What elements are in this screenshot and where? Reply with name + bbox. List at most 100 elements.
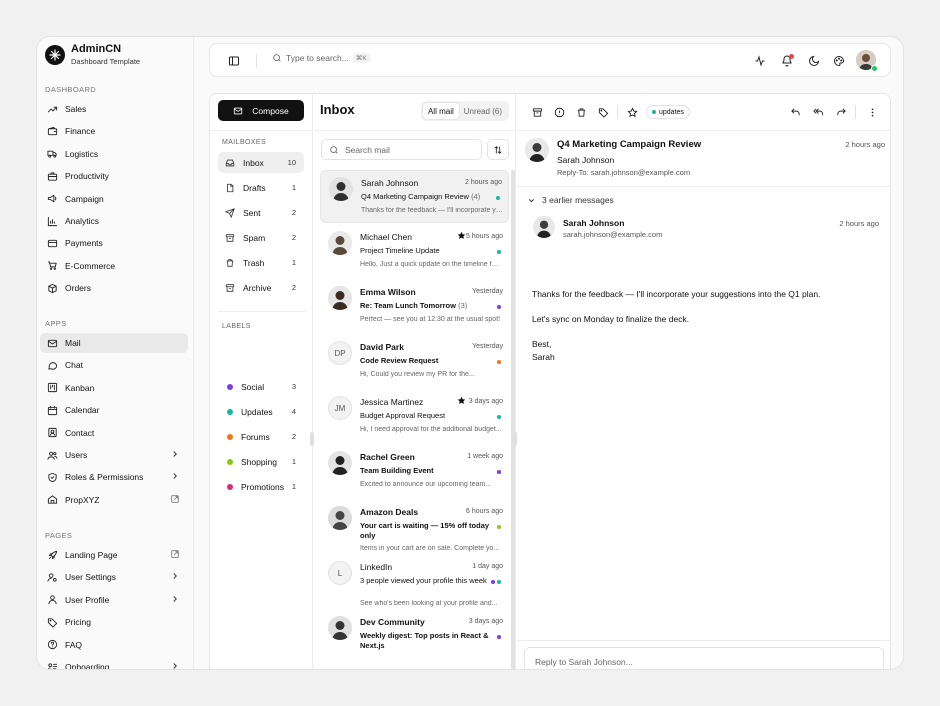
earlier-messages-toggle[interactable]: 3 earlier messages <box>527 195 614 205</box>
nav-section-pages: PAGES <box>45 531 73 540</box>
label-social[interactable]: Social 3 <box>218 376 304 397</box>
list-item[interactable]: L LinkedIn 1 day ago 3 people viewed your p… <box>320 555 509 608</box>
sidebar-item-calendar[interactable]: Calendar <box>40 400 188 420</box>
list-scrollbar-thumb[interactable] <box>511 170 515 669</box>
thread-count: (3) <box>458 301 468 310</box>
moon-icon[interactable] <box>805 52 823 70</box>
list-item[interactable]: JM Jessica Martinez 3 days ago Budget Appro… <box>320 390 509 443</box>
tab-unread[interactable]: Unread (6) <box>459 103 507 119</box>
label-forums[interactable]: Forums 2 <box>218 426 304 447</box>
folders-divider <box>210 130 313 131</box>
sidebar-item-roles-permissions[interactable]: Roles & Permissions <box>40 467 188 487</box>
list-item[interactable]: Dev Community 3 days ago Weekly digest: To… <box>320 610 509 663</box>
list-item[interactable]: Emma Wilson Yesterday Re: Team Lunch Tomor… <box>320 280 509 333</box>
sidebar-item-pricing[interactable]: Pricing <box>40 612 188 632</box>
label-shopping[interactable]: Shopping 1 <box>218 451 304 472</box>
list-item[interactable]: DP David Park Yesterday Code Review Request… <box>320 335 509 388</box>
sidebar-item-kanban[interactable]: Kanban <box>40 378 188 398</box>
earlier-messages-label: 3 earlier messages <box>542 195 614 205</box>
sidebar-item-sales[interactable]: Sales <box>40 99 188 119</box>
sidebar-item-orders[interactable]: Orders <box>40 278 188 298</box>
sender-name: David Park <box>360 342 404 352</box>
folder-inbox[interactable]: Inbox 10 <box>218 152 304 173</box>
sidebar-item-label: Contact <box>65 427 95 438</box>
list-item[interactable]: Rachel Green 1 week ago Team Building Even… <box>320 445 509 498</box>
sidebar-item-label: Pricing <box>65 617 91 628</box>
trash-icon[interactable] <box>573 104 589 120</box>
message-time: 2 hours ago <box>839 219 879 228</box>
brand[interactable]: AdminCN Dashboard Template <box>45 43 140 66</box>
star-filled-icon[interactable] <box>457 396 466 405</box>
sidebar-item-analytics[interactable]: Analytics <box>40 211 188 231</box>
timestamp: 2 hours ago <box>465 179 502 186</box>
folder-count: 2 <box>291 233 296 242</box>
reply-input[interactable]: Reply to Sarah Johnson... <box>524 647 884 669</box>
reply-all-icon[interactable] <box>810 104 826 120</box>
tab-all-mail[interactable]: All mail <box>422 103 459 119</box>
palette-icon[interactable] <box>830 52 848 70</box>
list-item[interactable]: Amazon Deals 6 hours ago Your cart is wait… <box>320 500 509 553</box>
chevron-right-icon <box>170 449 182 461</box>
list-item[interactable]: Sarah Johnson 2 hours ago Q4 Marketing Cam… <box>320 170 509 223</box>
folder-spam[interactable]: Spam 2 <box>218 227 304 248</box>
tag-icon[interactable] <box>595 104 611 120</box>
sidebar-item-landing-page[interactable]: Landing Page <box>40 545 188 565</box>
inbox-icon <box>225 159 235 166</box>
sidebar-item-label: Landing Page <box>65 550 118 560</box>
sidebar-item-contact[interactable]: Contact <box>40 423 188 443</box>
folder-archive[interactable]: Archive 2 <box>218 277 304 298</box>
list-item[interactable]: Michael Chen 5 hours ago Project Timeline … <box>320 225 509 278</box>
sidebar-item-productivity[interactable]: Productivity <box>40 166 188 186</box>
sidebar-item-users[interactable]: Users <box>40 445 188 465</box>
message-header: Sarah Johnson sarah.johnson@example.com … <box>525 212 885 242</box>
folder-drafts[interactable]: Drafts 1 <box>218 177 304 198</box>
folder-count: 1 <box>291 258 296 267</box>
sidebar-item-campaign[interactable]: Campaign <box>40 189 188 209</box>
sidebar-item-user-profile[interactable]: User Profile <box>40 590 188 610</box>
mail-search-input[interactable]: Search mail <box>321 139 482 160</box>
forward-icon[interactable] <box>833 104 849 120</box>
message-subject-text: Budget Approval Request <box>360 411 446 420</box>
archive-icon[interactable] <box>529 104 545 120</box>
label-promotions[interactable]: Promotions 1 <box>218 476 304 497</box>
spam-icon[interactable] <box>551 104 567 120</box>
sidebar-item-mail[interactable]: Mail <box>40 333 188 353</box>
trend-icon <box>45 102 59 116</box>
label-badge[interactable]: updates <box>646 105 690 119</box>
sidebar-item-propxyz[interactable]: PropXYZ <box>40 490 188 510</box>
reply-icon[interactable] <box>787 104 803 120</box>
bell-icon[interactable] <box>778 52 796 70</box>
sort-button[interactable] <box>487 139 509 160</box>
chevron-right-icon <box>170 571 182 583</box>
sidebar-item-label: Productivity <box>65 171 109 182</box>
label-dot <box>497 635 501 639</box>
message-subject-text: Your cart is waiting — 15% off today onl… <box>360 521 490 540</box>
activity-icon[interactable] <box>751 52 769 70</box>
folder-label: Drafts <box>243 182 266 193</box>
sidebar-item-e-commerce[interactable]: E-Commerce <box>40 256 188 276</box>
label-count: 1 <box>291 482 296 491</box>
sidebar-item-onboarding[interactable]: Onboarding <box>40 657 188 669</box>
folder-trash[interactable]: Trash 1 <box>218 252 304 273</box>
label-color-dot <box>227 433 233 440</box>
star-filled-icon[interactable] <box>457 231 466 240</box>
sidebar-item-faq[interactable]: FAQ <box>40 635 188 655</box>
sidebar-item-chat[interactable]: Chat <box>40 355 188 375</box>
compose-button[interactable]: Compose <box>218 100 304 121</box>
sidebar-item-user-settings[interactable]: User Settings <box>40 567 188 587</box>
chevron-right-icon <box>170 471 182 483</box>
message-subject: Budget Approval Request <box>360 411 498 421</box>
global-search[interactable]: Type to search... ⌘K <box>272 53 370 63</box>
folder-label: Spam <box>243 232 266 243</box>
sidebar-toggle-icon[interactable] <box>225 52 243 70</box>
folder-sent[interactable]: Sent 2 <box>218 202 304 223</box>
sidebar-item-label: PropXYZ <box>65 494 100 505</box>
sidebar-item-logistics[interactable]: Logistics <box>40 144 188 164</box>
star-icon[interactable] <box>624 104 640 120</box>
reader-divider-2 <box>517 186 890 187</box>
label-updates[interactable]: Updates 4 <box>218 401 304 422</box>
sidebar-item-payments[interactable]: Payments <box>40 233 188 253</box>
sender-name: Dev Community <box>360 617 425 627</box>
sidebar-item-finance[interactable]: Finance <box>40 121 188 141</box>
more-vertical-icon[interactable] <box>864 104 880 120</box>
